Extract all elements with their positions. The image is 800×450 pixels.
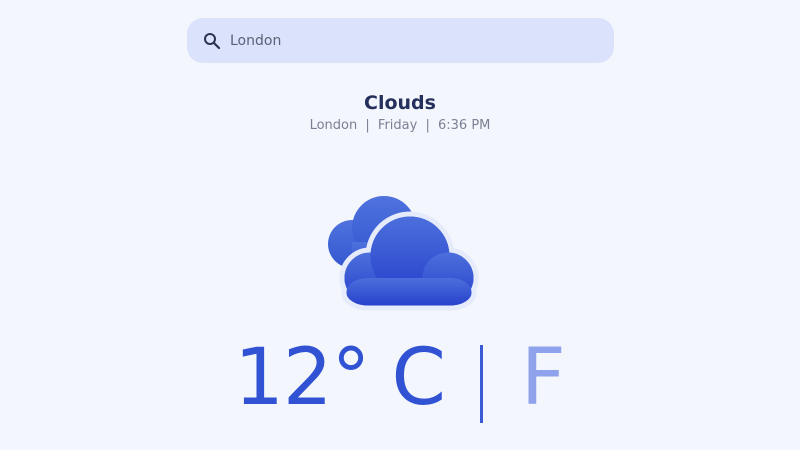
- temperature-display: 12° C F: [0, 330, 800, 425]
- local-time: 6:36 PM: [438, 118, 491, 133]
- location-date-line: London | Friday | 6:36 PM: [0, 118, 800, 133]
- unit-divider: [479, 344, 483, 423]
- temperature-value: 12°: [234, 332, 370, 423]
- search-icon[interactable]: [203, 32, 221, 50]
- fahrenheit-toggle[interactable]: F: [521, 339, 566, 417]
- day-name: Friday: [377, 118, 418, 133]
- search-input[interactable]: [230, 25, 590, 56]
- weather-condition: Clouds: [364, 92, 436, 114]
- search-bar[interactable]: [187, 18, 614, 63]
- city-name: London: [309, 118, 358, 133]
- weather-app: Clouds London | Friday | 6:36 PM: [0, 0, 800, 450]
- separator: |: [365, 118, 370, 133]
- celsius-toggle[interactable]: C: [391, 339, 445, 417]
- clouds-icon: [322, 192, 480, 314]
- separator: |: [425, 118, 430, 133]
